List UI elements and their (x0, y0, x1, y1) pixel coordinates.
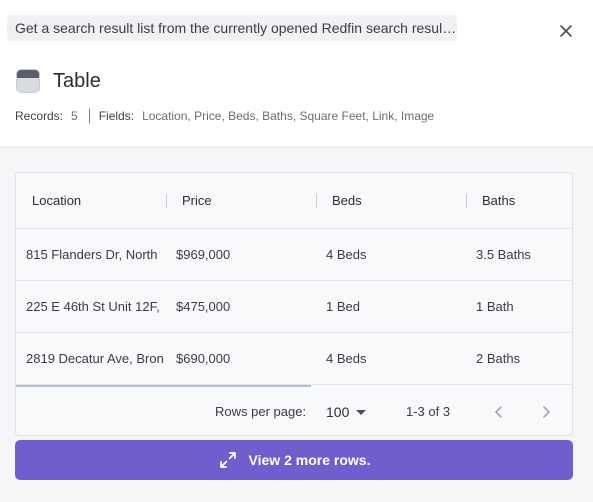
table-meta: Records: 5 Fields: Location, Price, Beds… (15, 109, 434, 123)
column-divider[interactable] (466, 194, 467, 208)
column-header-location[interactable]: Location (32, 173, 81, 229)
column-header-price[interactable]: Price (182, 173, 212, 229)
column-divider[interactable] (166, 194, 167, 208)
cell-location: 2819 Decatur Ave, Bron (26, 351, 164, 366)
fields-list: Location, Price, Beds, Baths, Square Fee… (142, 109, 435, 123)
cell-baths: 2 Baths (476, 351, 521, 366)
column-header-baths[interactable]: Baths (482, 173, 515, 229)
chevron-right-icon[interactable] (537, 403, 555, 421)
records-count: 5 (71, 109, 78, 123)
table-row[interactable]: 225 E 46th St Unit 12F, $475,000 1 Bed 1… (16, 281, 572, 333)
cell-location: 225 E 46th St Unit 12F, (26, 299, 160, 314)
cell-price: $475,000 (176, 299, 231, 314)
column-divider[interactable] (316, 194, 317, 208)
records-label: Records: (15, 109, 64, 123)
meta-divider (88, 109, 90, 123)
page-title: Table (53, 69, 101, 92)
column-header-beds[interactable]: Beds (332, 173, 362, 229)
pagination-range: 1-3 of 3 (406, 404, 451, 419)
close-icon[interactable] (556, 21, 576, 41)
table-header: Location Price Beds Baths (16, 173, 572, 229)
expand-icon (218, 450, 238, 470)
table-row[interactable]: 2819 Decatur Ave, Bron $690,000 4 Beds 2… (16, 333, 572, 385)
cell-beds: 4 Beds (326, 247, 367, 262)
rows-per-page-label: Rows per page: (215, 404, 307, 419)
task-description-chip: Get a search result list from the curren… (7, 15, 457, 41)
table-row[interactable]: 815 Flanders Dr, North $969,000 4 Beds 3… (16, 229, 572, 281)
title-row: Table (16, 68, 101, 94)
view-more-rows-button[interactable]: View 2 more rows. (15, 440, 573, 480)
table-result-panel: Get a search result list from the curren… (0, 0, 593, 502)
panel-body: Location Price Beds Baths 815 Flanders D… (0, 147, 593, 502)
rows-per-page-select[interactable]: 100 (326, 387, 367, 435)
cell-price: $969,000 (176, 247, 231, 262)
view-more-rows-label: View 2 more rows. (248, 452, 371, 468)
cell-beds: 1 Bed (326, 299, 360, 314)
panel-header: Get a search result list from the curren… (0, 0, 593, 147)
fields-label: Fields: (98, 109, 135, 123)
caret-down-icon[interactable] (356, 409, 367, 415)
cell-price: $690,000 (176, 351, 231, 366)
rows-per-page-value[interactable]: 100 (326, 404, 349, 420)
data-table: Location Price Beds Baths 815 Flanders D… (15, 172, 573, 436)
chevron-left-icon[interactable] (490, 403, 508, 421)
table-icon (16, 69, 40, 93)
cell-location: 815 Flanders Dr, North (26, 247, 158, 262)
cell-beds: 4 Beds (326, 351, 367, 366)
cell-baths: 1 Bath (476, 299, 514, 314)
table-pagination: Rows per page: 100 1-3 of 3 (16, 387, 572, 435)
cell-baths: 3.5 Baths (476, 247, 531, 262)
